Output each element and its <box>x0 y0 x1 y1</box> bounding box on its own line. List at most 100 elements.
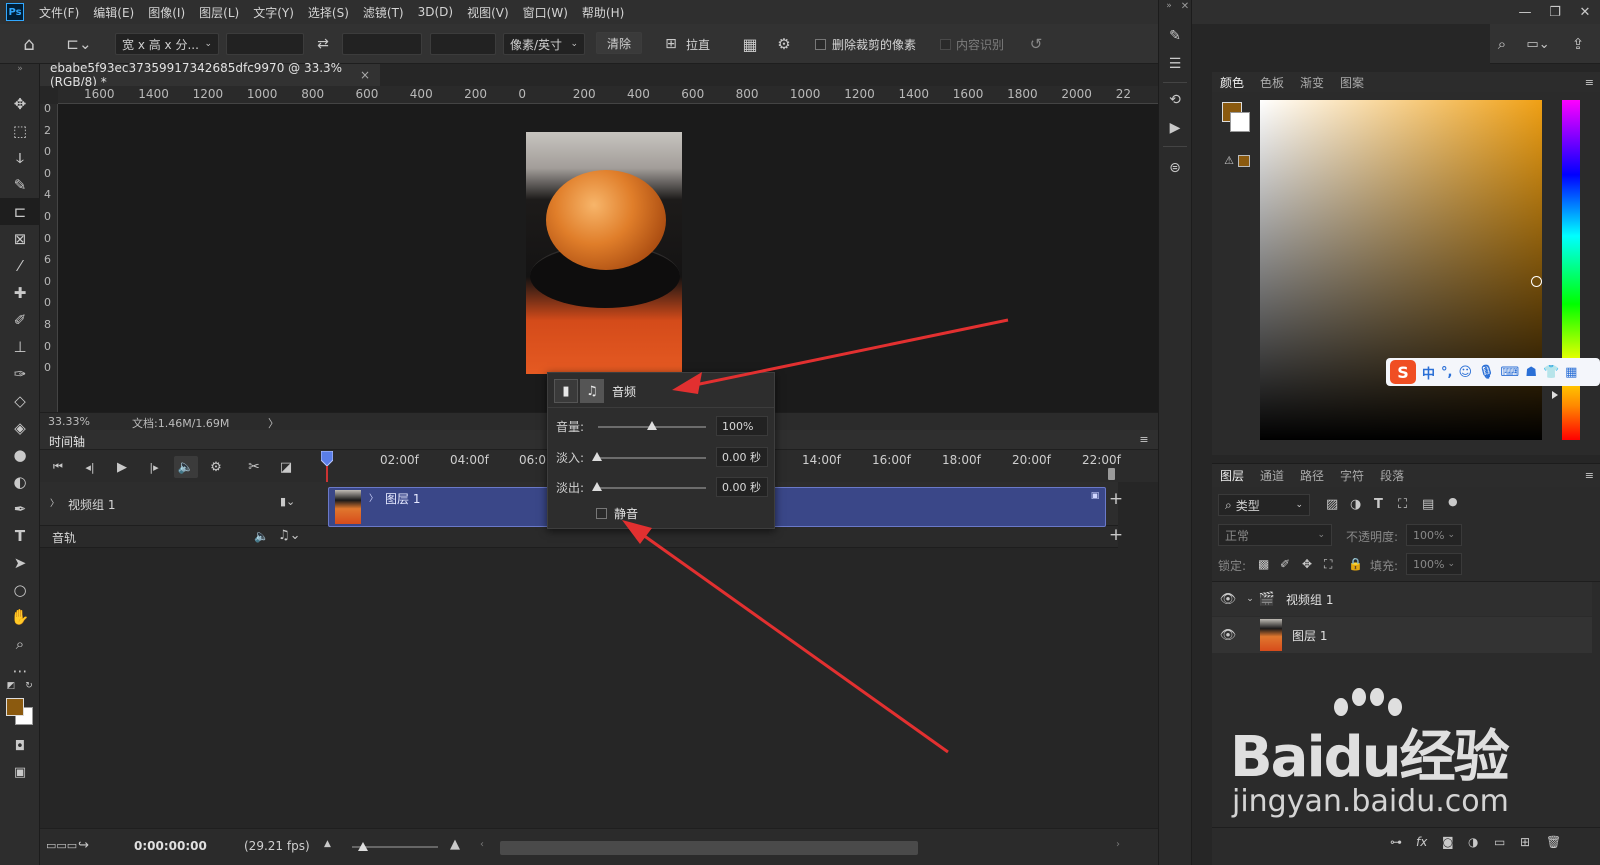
add-media-icon[interactable]: + <box>1106 489 1126 509</box>
audio-tab-icon[interactable]: ♫ <box>580 379 604 403</box>
clone-stamp-tool-icon[interactable]: ⊥ <box>0 333 40 360</box>
delete-layer-icon[interactable]: 🗑 <box>1546 835 1561 849</box>
video-tab-icon[interactable]: ▮ <box>554 379 578 403</box>
film-strip-icon[interactable]: ▮⌄ <box>280 495 295 508</box>
menu-layer[interactable]: 图层(L) <box>192 4 246 21</box>
adjustment-layer-icon[interactable]: ◑ <box>1468 835 1478 849</box>
canvas-area[interactable] <box>58 104 1158 412</box>
dodge-tool-icon[interactable]: ◐ <box>0 468 40 495</box>
add-audio-icon[interactable]: + <box>1106 525 1126 545</box>
panel-menu-icon[interactable]: ≡ <box>1585 469 1594 482</box>
crop-tool-preset-icon[interactable]: ⊏⌄ <box>60 32 98 56</box>
grid-overlay-icon[interactable]: ▦ <box>738 33 762 55</box>
audio-toggle-icon[interactable]: 🔈 <box>174 456 198 478</box>
tab-channels[interactable]: 通道 <box>1252 467 1292 484</box>
layer-row-video-group[interactable]: 👁 ⌄ 🎬 视频组 1 <box>1212 582 1592 616</box>
visibility-eye-icon[interactable]: 👁 <box>1212 628 1244 643</box>
foreground-color-swatch[interactable] <box>6 698 24 716</box>
height-input[interactable] <box>342 33 422 55</box>
menu-window[interactable]: 窗口(W) <box>516 4 575 21</box>
tab-swatches[interactable]: 色板 <box>1252 74 1292 91</box>
link-layers-icon[interactable]: ⊶ <box>1390 835 1402 849</box>
tab-paragraph[interactable]: 段落 <box>1372 467 1412 484</box>
hand-tool-icon[interactable]: ✋ <box>0 603 40 630</box>
document-tab[interactable]: ebabe5f93ec37359917342685dfc9970 @ 33.3%… <box>40 61 380 89</box>
eraser-tool-icon[interactable]: ◇ <box>0 387 40 414</box>
tab-layers[interactable]: 图层 <box>1212 467 1252 484</box>
visibility-eye-icon[interactable]: 👁 <box>1212 592 1244 607</box>
blur-tool-icon[interactable]: ● <box>0 441 40 468</box>
filter-shape-icon[interactable]: ⛶ <box>1398 497 1407 512</box>
fx-icon[interactable]: fx <box>1416 835 1427 849</box>
zoom-tool-icon[interactable]: ⌕ <box>0 630 40 657</box>
layer-row-layer1[interactable]: 👁 图层 1 <box>1212 617 1592 653</box>
eyedropper-tool-icon[interactable]: ⁄ <box>0 252 40 279</box>
brush-tool-icon[interactable]: ✐ <box>0 306 40 333</box>
tab-patterns[interactable]: 图案 <box>1332 74 1372 91</box>
layer-filter-select[interactable]: ⌕ 类型 ⌄ <box>1218 494 1310 516</box>
hue-slider-marker[interactable] <box>1552 391 1558 399</box>
play-icon[interactable]: ▶ <box>112 458 132 476</box>
zoom-slider-knob[interactable] <box>358 842 368 851</box>
split-scissors-icon[interactable]: ✂ <box>244 458 264 476</box>
zoom-out-mountain-icon[interactable]: ▲ <box>324 839 331 849</box>
history-icon[interactable]: ⟲ <box>1159 88 1191 112</box>
menu-edit[interactable]: 编辑(E) <box>86 4 141 21</box>
filter-smart-object-icon[interactable]: ▤ <box>1422 497 1434 512</box>
panel-menu-icon[interactable]: ≡ <box>1585 76 1594 89</box>
chevron-down-icon[interactable]: ⌄ <box>1244 594 1256 604</box>
crop-tool-icon[interactable]: ⊏ <box>0 198 40 225</box>
quick-mask-icon[interactable]: ◘ <box>0 734 40 758</box>
work-area-end-handle[interactable] <box>1108 468 1115 480</box>
type-tool-icon[interactable]: T <box>0 522 40 549</box>
keyboard-icon[interactable]: ⌨ <box>1501 365 1520 380</box>
menu-help[interactable]: 帮助(H) <box>575 4 631 21</box>
filter-toggle-icon[interactable]: ● <box>1448 495 1458 508</box>
units-select[interactable]: 像素/英寸 ⌄ <box>503 33 585 55</box>
collapse-dock-icon[interactable]: » <box>1162 0 1176 12</box>
delete-cropped-checkbox[interactable] <box>815 39 826 50</box>
fade-in-slider-knob[interactable] <box>592 452 602 461</box>
path-select-tool-icon[interactable]: ➤ <box>0 549 40 576</box>
playback-settings-icon[interactable]: ⚙ <box>206 458 226 476</box>
music-note-icon[interactable]: ♫⌄ <box>278 528 301 543</box>
marquee-tool-icon[interactable]: ⬚ <box>0 117 40 144</box>
zoom-in-mountain-icon[interactable]: ▲ <box>450 837 460 852</box>
volume-value[interactable]: 100% <box>716 416 768 436</box>
menu-type[interactable]: 文字(Y) <box>246 4 301 21</box>
microphone-icon[interactable]: 🎙 <box>1478 365 1495 380</box>
properties-icon[interactable]: ⊜ <box>1159 156 1191 180</box>
status-menu-arrow[interactable]: 〉 <box>268 415 279 431</box>
punctuation-icon[interactable]: °, <box>1441 365 1452 380</box>
lock-artboard-icon[interactable]: ⛶ <box>1324 557 1332 572</box>
tab-paths[interactable]: 路径 <box>1292 467 1332 484</box>
menu-filter[interactable]: 滤镜(T) <box>356 4 411 21</box>
apps-grid-icon[interactable]: ▦ <box>1565 365 1577 380</box>
lasso-tool-icon[interactable]: ↆ <box>0 144 40 171</box>
content-aware-checkbox[interactable] <box>940 39 951 50</box>
tab-character[interactable]: 字符 <box>1332 467 1372 484</box>
close-tab-icon[interactable]: × <box>360 68 370 82</box>
blend-mode-select[interactable]: 正常 ⌄ <box>1218 524 1332 546</box>
filter-pixel-icon[interactable]: ▨ <box>1326 497 1338 512</box>
tab-gradients[interactable]: 渐变 <box>1292 74 1332 91</box>
close-dock-icon[interactable]: ✕ <box>1178 0 1192 12</box>
restore-icon[interactable]: ❐ <box>1540 0 1570 24</box>
fade-out-slider-knob[interactable] <box>592 482 602 491</box>
timeline-scrollbar[interactable] <box>500 841 918 855</box>
go-to-first-frame-icon[interactable]: ⏮ <box>48 458 68 476</box>
swap-colors-icon[interactable]: ↻ <box>22 680 36 692</box>
fill-input[interactable]: 100% ⌄ <box>1406 553 1462 575</box>
history-brush-tool-icon[interactable]: ✑ <box>0 360 40 387</box>
minimize-icon[interactable]: — <box>1510 0 1540 24</box>
lock-image-icon[interactable]: ✐ <box>1280 557 1290 571</box>
crop-ratio-select[interactable]: 宽 x 高 x 分... ⌄ <box>115 33 219 55</box>
chevron-right-icon[interactable]: 〉 <box>50 496 59 509</box>
straighten-icon[interactable]: ⊞ <box>660 33 682 55</box>
actions-play-icon[interactable]: ▶ <box>1159 116 1191 140</box>
panel-menu-icon[interactable]: ≡ <box>1136 432 1152 446</box>
menu-view[interactable]: 视图(V) <box>460 4 516 21</box>
lock-position-icon[interactable]: ✥ <box>1302 557 1312 571</box>
move-tool-icon[interactable]: ✥ <box>0 90 40 117</box>
pen-tool-icon[interactable]: ✒ <box>0 495 40 522</box>
